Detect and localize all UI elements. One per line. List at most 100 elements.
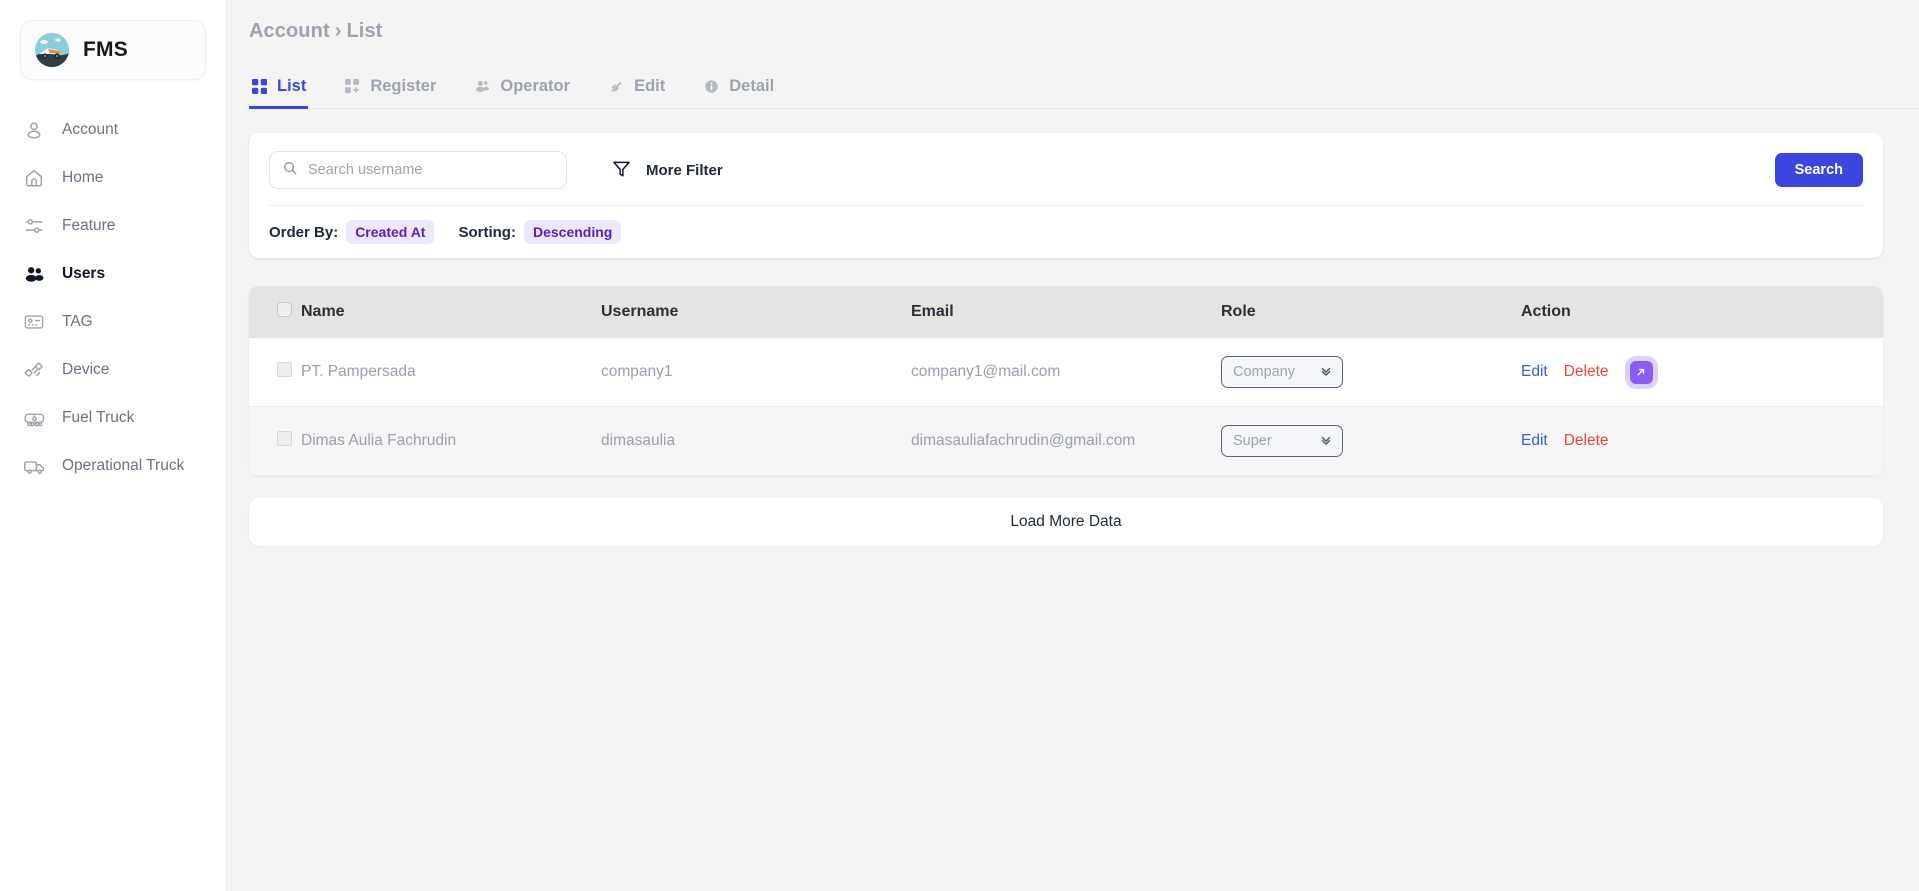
search-field-wrapper[interactable] <box>269 151 567 189</box>
info-icon <box>703 78 720 95</box>
sidebar-item-label: Account <box>62 121 119 138</box>
grid-icon <box>251 78 268 95</box>
sidebar-item-label: Device <box>62 361 110 378</box>
sliders-icon <box>22 214 46 238</box>
tab-label: List <box>277 77 307 95</box>
home-icon <box>22 166 46 190</box>
brand-logo-block[interactable]: FMS <box>20 20 206 80</box>
fuel-truck-icon <box>22 406 46 430</box>
filter-row: More Filter Search <box>269 151 1863 189</box>
breadcrumb: Account › List <box>227 0 1919 43</box>
cell-role: Super <box>1221 406 1521 476</box>
sidebar-item-operational-truck[interactable]: Operational Truck <box>0 442 226 490</box>
more-filter-button[interactable]: More Filter <box>611 158 723 183</box>
users-table-card: Name Username Email Role Action PT. Pamp… <box>249 286 1883 476</box>
delivery-truck-icon <box>22 454 46 478</box>
row-actions: Edit Delete <box>1521 432 1883 450</box>
delete-link[interactable]: Delete <box>1564 363 1609 381</box>
tab-edit[interactable]: Edit <box>606 71 667 109</box>
column-header-action: Action <box>1521 286 1883 338</box>
chevron-down-icon <box>1319 433 1333 449</box>
role-select-value: Company <box>1233 364 1296 380</box>
select-all-checkbox[interactable] <box>277 302 292 317</box>
role-select[interactable]: Company <box>1221 356 1343 388</box>
truck-landscape-logo-icon <box>35 33 69 67</box>
funnel-icon <box>611 158 632 183</box>
tab-register[interactable]: Register <box>342 71 438 109</box>
sidebar-item-home[interactable]: Home <box>0 154 226 202</box>
select-all-header <box>249 286 301 338</box>
cell-email: company1@mail.com <box>911 338 1221 407</box>
users-table: Name Username Email Role Action PT. Pamp… <box>249 286 1883 476</box>
sidebar-item-label: Users <box>62 265 106 282</box>
row-checkbox[interactable] <box>277 362 292 377</box>
open-external-button[interactable] <box>1629 360 1653 384</box>
filter-panel: More Filter Search Order By: Created At … <box>249 133 1883 258</box>
row-select-cell <box>249 406 301 476</box>
magnifier-icon <box>282 160 298 181</box>
sidebar-item-label: TAG <box>62 313 93 330</box>
role-select-value: Super <box>1233 433 1272 449</box>
column-header-role[interactable]: Role <box>1221 286 1521 338</box>
sidebar-item-label: Home <box>62 169 104 186</box>
edit-link[interactable]: Edit <box>1521 363 1548 381</box>
tab-label: Operator <box>500 77 571 95</box>
breadcrumb-separator: › <box>334 20 342 42</box>
row-select-cell <box>249 338 301 407</box>
cell-username: company1 <box>601 338 911 407</box>
cell-email: dimasauliafachrudin@gmail.com <box>911 406 1221 476</box>
sidebar-item-label: Feature <box>62 217 116 234</box>
delete-link[interactable]: Delete <box>1564 432 1609 450</box>
sidebar-item-users[interactable]: Users <box>0 250 226 298</box>
sidebar-item-feature[interactable]: Feature <box>0 202 226 250</box>
sidebar-item-label: Operational Truck <box>62 457 185 474</box>
sidebar-item-tag[interactable]: TAG <box>0 298 226 346</box>
order-by-label: Order By: <box>269 223 339 241</box>
table-body: PT. Pampersada company1 company1@mail.co… <box>249 338 1883 476</box>
sorting-pill[interactable]: Descending <box>523 220 622 244</box>
id-card-icon <box>22 310 46 334</box>
cell-username: dimasaulia <box>601 406 911 476</box>
column-header-username[interactable]: Username <box>601 286 911 338</box>
cell-name: PT. Pampersada <box>301 338 601 407</box>
main-content: Account › List List Register Operator Ed… <box>227 0 1919 891</box>
tab-list[interactable]: List <box>249 71 309 109</box>
role-select[interactable]: Super <box>1221 425 1343 457</box>
column-header-name[interactable]: Name <box>301 286 601 338</box>
sorting-label: Sorting: <box>458 223 516 241</box>
search-input[interactable] <box>308 162 554 178</box>
pencil-icon <box>608 78 625 95</box>
tab-operator[interactable]: Operator <box>472 71 572 109</box>
cell-action: Edit Delete <box>1521 406 1883 476</box>
brand-name: FMS <box>83 38 128 61</box>
more-filter-label: More Filter <box>646 161 723 179</box>
grid-plus-icon <box>344 78 361 95</box>
tab-label: Detail <box>729 77 775 95</box>
sidebar-item-device[interactable]: Device <box>0 346 226 394</box>
search-button[interactable]: Search <box>1774 153 1863 187</box>
sidebar: FMS Account Home Feature Users TAG Devic… <box>0 0 227 891</box>
users-group-icon <box>22 262 46 286</box>
table-row[interactable]: PT. Pampersada company1 company1@mail.co… <box>249 338 1883 407</box>
column-header-email[interactable]: Email <box>911 286 1221 338</box>
row-actions: Edit Delete <box>1521 360 1883 384</box>
tab-bar: List Register Operator Edit Detail <box>249 71 1919 109</box>
load-more-button[interactable]: Load More Data <box>249 498 1883 546</box>
table-row[interactable]: Dimas Aulia Fachrudin dimasaulia dimasau… <box>249 406 1883 476</box>
sidebar-item-account[interactable]: Account <box>0 106 226 154</box>
breadcrumb-root[interactable]: Account <box>249 20 330 42</box>
sidebar-item-fuel-truck[interactable]: Fuel Truck <box>0 394 226 442</box>
tab-label: Edit <box>634 77 666 95</box>
user-icon <box>22 118 46 142</box>
row-checkbox[interactable] <box>277 431 292 446</box>
order-sorting-row: Order By: Created At Sorting: Descending <box>269 206 1863 244</box>
cell-action: Edit Delete <box>1521 338 1883 407</box>
cell-name: Dimas Aulia Fachrudin <box>301 406 601 476</box>
edit-link[interactable]: Edit <box>1521 432 1548 450</box>
app-root: FMS Account Home Feature Users TAG Devic… <box>0 0 1919 891</box>
order-by-pill[interactable]: Created At <box>346 220 435 244</box>
table-header-row: Name Username Email Role Action <box>249 286 1883 338</box>
tab-detail[interactable]: Detail <box>701 71 776 109</box>
satellite-icon <box>22 358 46 382</box>
sidebar-item-label: Fuel Truck <box>62 409 135 426</box>
